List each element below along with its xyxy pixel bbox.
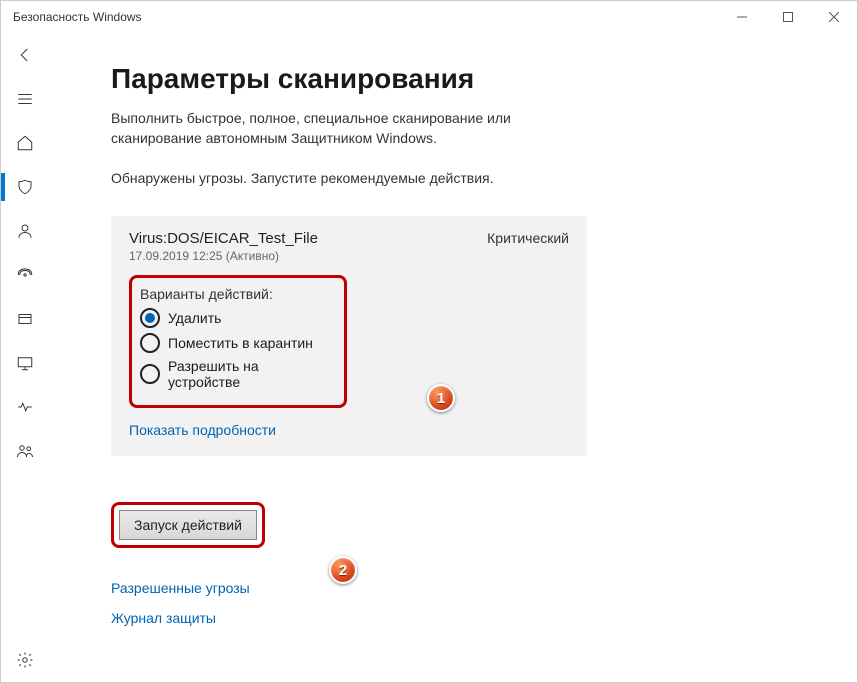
page-description: Выполнить быстрое, полное, специальное с…: [111, 109, 551, 148]
radio-option-remove[interactable]: Удалить: [140, 308, 332, 328]
allowed-threats-link[interactable]: Разрешенные угрозы: [111, 580, 817, 596]
window-controls: [719, 1, 857, 33]
sidebar-item-home[interactable]: [1, 121, 49, 165]
sidebar-item-app-control[interactable]: [1, 297, 49, 341]
sidebar: [1, 33, 49, 682]
radio-icon: [140, 333, 160, 353]
start-actions-button[interactable]: Запуск действий: [119, 510, 257, 540]
minimize-button[interactable]: [719, 1, 765, 33]
action-button-highlight: Запуск действий: [111, 502, 265, 548]
threat-name: Virus:DOS/EICAR_Test_File: [129, 230, 318, 247]
sidebar-item-settings[interactable]: [1, 638, 49, 682]
protection-history-link[interactable]: Журнал защиты: [111, 610, 817, 626]
radio-icon: [140, 308, 160, 328]
window-title: Безопасность Windows: [13, 10, 142, 24]
action-options-box: Варианты действий: Удалить Поместить в к…: [129, 275, 347, 408]
back-button[interactable]: [1, 33, 49, 77]
radio-icon: [140, 364, 160, 384]
menu-button[interactable]: [1, 77, 49, 121]
status-text: Обнаружены угрозы. Запустите рекомендуем…: [111, 170, 817, 186]
sidebar-item-account[interactable]: [1, 209, 49, 253]
annotation-callout-2: 2: [329, 556, 357, 584]
threat-timestamp: 17.09.2019 12:25 (Активно): [129, 249, 318, 263]
sidebar-item-firewall[interactable]: [1, 253, 49, 297]
sidebar-item-virus-protection[interactable]: [1, 165, 49, 209]
page-heading: Параметры сканирования: [111, 63, 817, 95]
radio-label: Поместить в карантин: [168, 335, 313, 351]
titlebar: Безопасность Windows: [1, 1, 857, 33]
bottom-links: Разрешенные угрозы Журнал защиты: [111, 580, 817, 626]
sidebar-item-family[interactable]: [1, 429, 49, 473]
threat-card: Virus:DOS/EICAR_Test_File 17.09.2019 12:…: [111, 216, 587, 456]
maximize-button[interactable]: [765, 1, 811, 33]
sidebar-item-device-security[interactable]: [1, 341, 49, 385]
threat-severity: Критический: [487, 230, 569, 246]
radio-label: Разрешить на устройстве: [168, 358, 332, 390]
content-area: Параметры сканирования Выполнить быстрое…: [49, 33, 857, 682]
sidebar-item-device-health[interactable]: [1, 385, 49, 429]
radio-option-allow[interactable]: Разрешить на устройстве: [140, 358, 332, 390]
annotation-callout-1: 1: [427, 384, 455, 412]
close-button[interactable]: [811, 1, 857, 33]
show-details-link[interactable]: Показать подробности: [129, 422, 276, 438]
radio-option-quarantine[interactable]: Поместить в карантин: [140, 333, 332, 353]
options-title: Варианты действий:: [140, 286, 332, 302]
radio-label: Удалить: [168, 310, 221, 326]
